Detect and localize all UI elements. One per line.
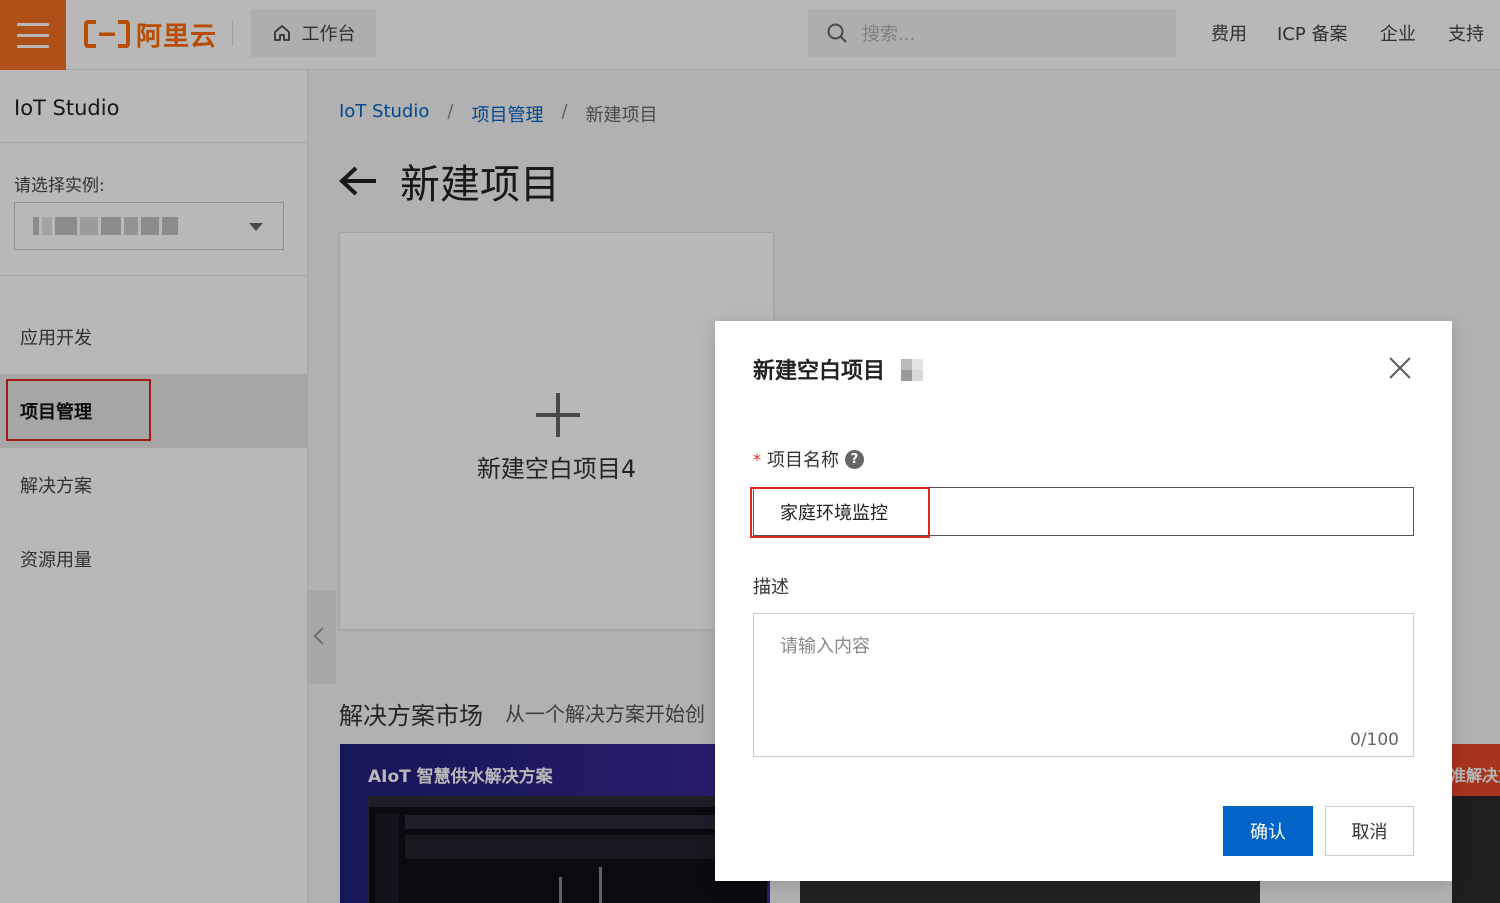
required-marker: *: [753, 449, 761, 469]
confirm-button[interactable]: 确认: [1223, 806, 1313, 856]
new-project-dialog: 新建空白项目 * 项目名称 ? 描述 0/100 确认 取消: [715, 321, 1452, 881]
highlight-box: [750, 487, 930, 538]
cancel-button[interactable]: 取消: [1325, 806, 1414, 856]
description-field: 0/100: [753, 613, 1414, 757]
desc-field-label: 描述: [753, 577, 789, 598]
close-icon[interactable]: [1386, 354, 1414, 382]
description-textarea[interactable]: [754, 614, 1413, 756]
dialog-title: 新建空白项目: [753, 359, 886, 384]
blurred-text: [901, 359, 923, 381]
help-icon[interactable]: ?: [845, 449, 864, 469]
name-label-text: 项目名称: [767, 450, 839, 471]
name-field-label: * 项目名称 ?: [753, 446, 864, 472]
char-counter: 0/100: [1350, 730, 1399, 750]
